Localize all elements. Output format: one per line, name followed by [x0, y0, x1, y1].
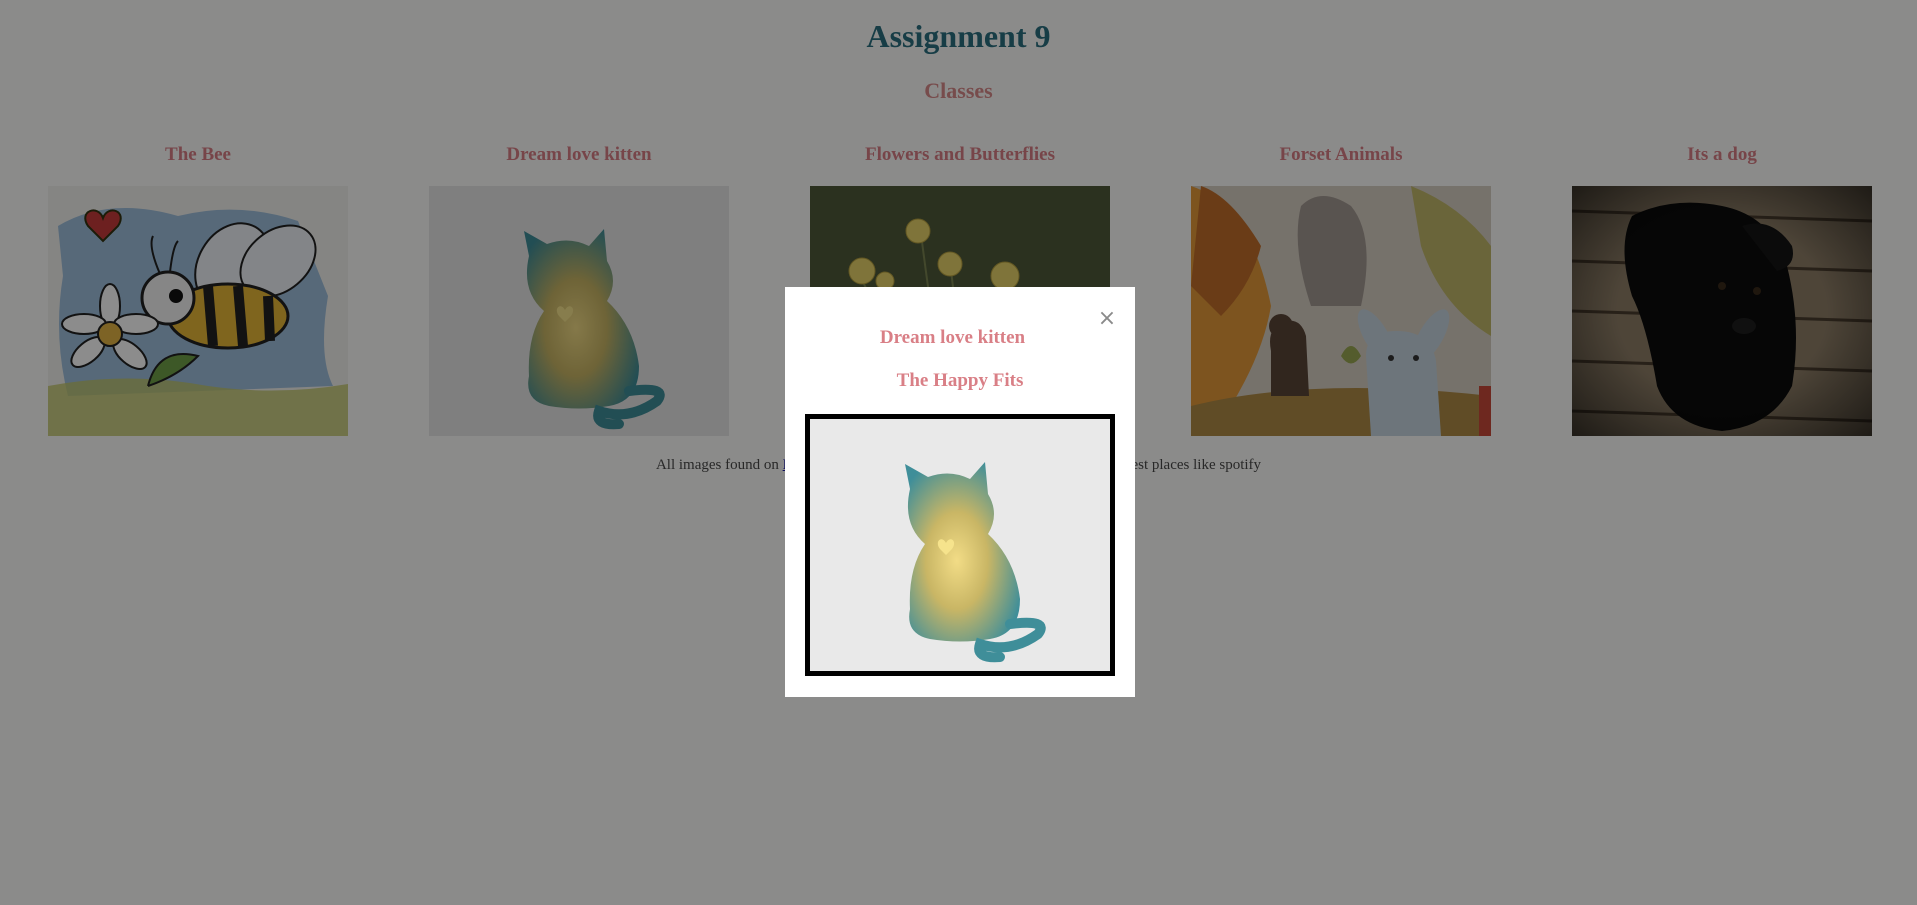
image-modal: × Dream love kitten The Happy Fits	[785, 287, 1135, 697]
modal-subtitle: The Happy Fits	[896, 370, 1024, 391]
modal-title: Dream love kitten	[879, 327, 1026, 348]
close-icon[interactable]: ×	[1097, 308, 1117, 330]
modal-kitten-image	[805, 414, 1115, 676]
